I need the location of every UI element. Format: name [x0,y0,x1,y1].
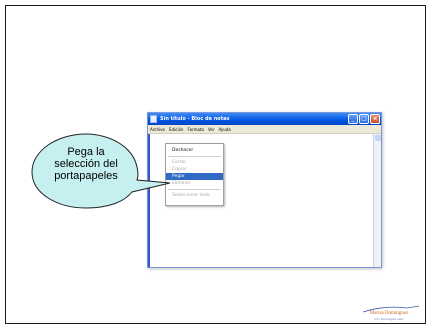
callout-line: Pega la [67,146,105,158]
logo-text: Marisa Dominguez [369,311,409,316]
callout-line: portapapeles [54,170,118,182]
logo-subtext: Info Tecnologica Labs [374,317,404,321]
callout-text: Pega la selección del portapapeles [38,146,134,182]
callout-line: selección del [54,158,118,170]
author-logo: Marisa Dominguez Info Tecnologica Labs [355,305,423,325]
